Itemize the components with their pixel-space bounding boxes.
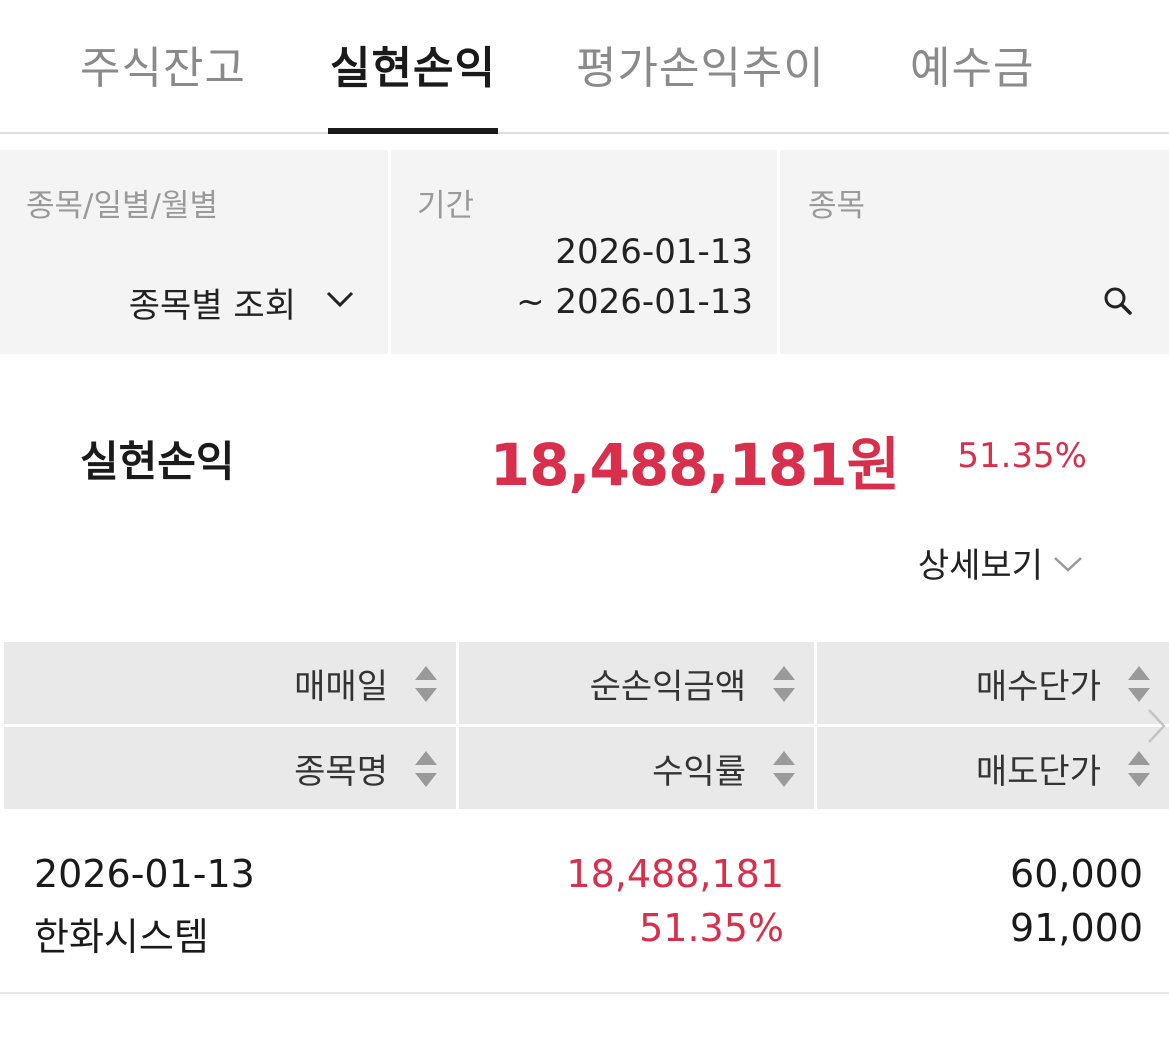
view-mode-filter[interactable]: 종목/일별/월별 종목별 조회 — [0, 150, 388, 354]
header-label: 매수단가 — [975, 666, 1101, 707]
sell-price: 91,000 — [1010, 906, 1143, 950]
header-label: 종목명 — [294, 751, 388, 792]
table-header: 매매일 순손익금액 매수단가 종목명 수익률 매도단가 — [4, 642, 1169, 810]
header-net-profit[interactable]: 순손익금액 — [459, 642, 814, 724]
header-return-rate[interactable]: 수익률 — [459, 727, 814, 809]
period-start: 2026-01-13 — [555, 232, 753, 272]
chevron-down-icon — [1053, 543, 1083, 583]
table-row[interactable]: 2026-01-13 한화시스템 18,488,181 51.35% 60,00… — [0, 810, 1169, 994]
period-end: ~ 2026-01-13 — [516, 282, 753, 322]
header-buy-price[interactable]: 매수단가 — [817, 642, 1169, 724]
search-icon[interactable] — [1103, 286, 1133, 320]
sort-icon — [1128, 751, 1150, 787]
period-label: 기간 — [417, 188, 475, 224]
buy-price: 60,000 — [1010, 852, 1143, 896]
sort-icon — [773, 666, 795, 702]
period-filter[interactable]: 기간 2026-01-13 ~ 2026-01-13 — [391, 150, 777, 354]
header-label: 매매일 — [294, 666, 388, 707]
header-label: 순손익금액 — [589, 666, 746, 707]
sort-icon — [773, 751, 795, 787]
sort-icon — [415, 751, 437, 787]
tab-realized-profit[interactable]: 실현손익 — [330, 32, 496, 96]
sort-icon — [1128, 666, 1150, 702]
realized-profit-amount: 18,488,181원 — [489, 431, 900, 499]
view-mode-label: 종목/일별/월별 — [26, 188, 219, 224]
header-stock-name[interactable]: 종목명 — [4, 727, 456, 809]
trade-date: 2026-01-13 — [34, 852, 255, 896]
active-tab-indicator — [328, 128, 498, 134]
header-sell-price[interactable]: 매도단가 — [817, 727, 1169, 809]
stock-label: 종목 — [808, 188, 866, 224]
summary-label: 실현손익 — [80, 437, 235, 486]
detail-toggle-button[interactable]: 상세보기 — [918, 538, 1083, 587]
stock-filter[interactable]: 종목 — [780, 150, 1169, 354]
return-rate: 51.35% — [639, 906, 784, 950]
detail-toggle-label: 상세보기 — [917, 546, 1043, 586]
tab-stock-balance[interactable]: 주식잔고 — [80, 32, 246, 96]
realized-profit-rate: 51.35% — [957, 436, 1087, 476]
chevron-down-icon — [326, 290, 354, 312]
net-profit: 18,488,181 — [566, 852, 784, 896]
tab-bar: 주식잔고 실현손익 평가손익추이 예수금 — [0, 0, 1169, 134]
sort-icon — [415, 666, 437, 702]
stock-name: 한화시스템 — [34, 915, 209, 959]
header-trade-date[interactable]: 매매일 — [4, 642, 456, 724]
header-label: 수익률 — [652, 751, 746, 792]
view-mode-value: 종목별 조회 — [128, 286, 296, 326]
tab-deposit[interactable]: 예수금 — [910, 32, 1034, 96]
header-label: 매도단가 — [975, 751, 1101, 792]
chevron-right-icon[interactable] — [1145, 708, 1167, 748]
tab-valuation-trend[interactable]: 평가손익추이 — [576, 32, 825, 96]
